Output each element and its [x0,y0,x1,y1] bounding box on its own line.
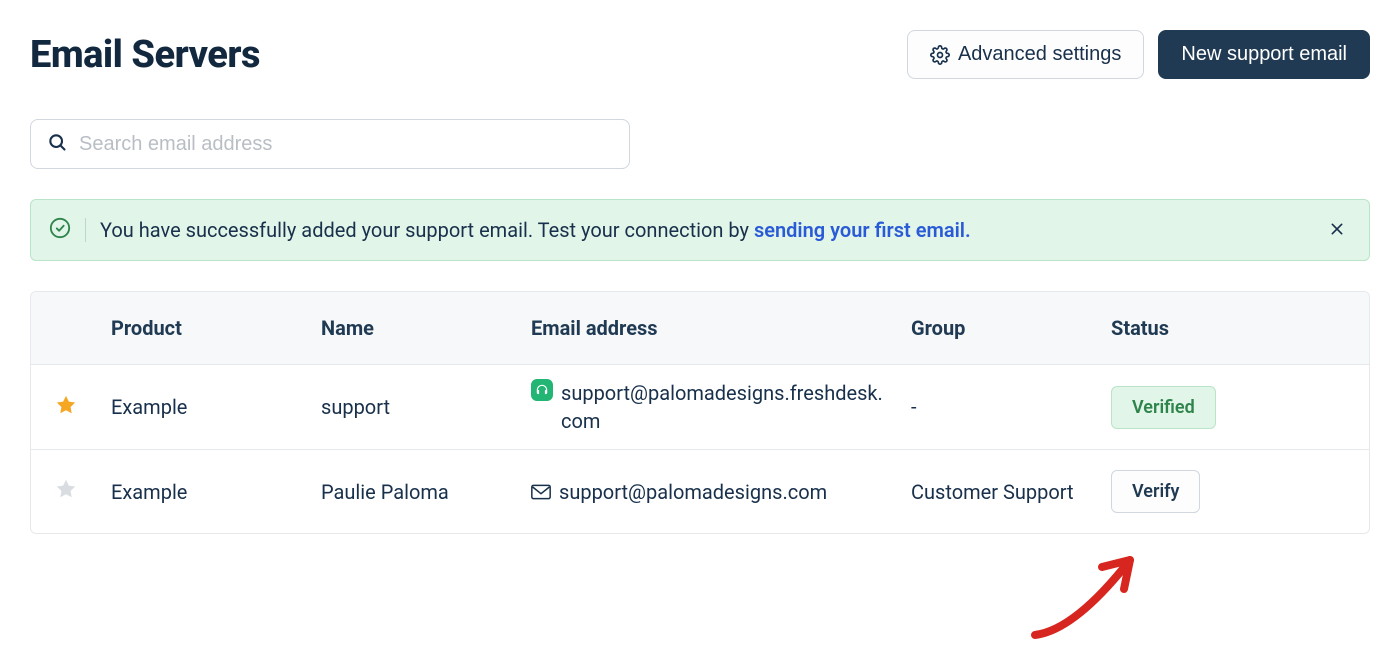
page-title: Email Servers [30,33,260,77]
banner-text: You have successfully added your support… [100,218,1309,242]
new-support-email-button[interactable]: New support email [1158,30,1370,79]
email-text: support@palomadesigns.freshdesk.com [561,379,891,435]
cell-status: Verify [1101,466,1369,517]
col-name: Name [311,292,521,364]
col-email: Email address [521,292,901,364]
cell-group: Customer Support [901,476,1101,508]
col-product: Product [101,292,311,364]
cell-product: Example [101,476,311,508]
search-input[interactable] [79,133,613,156]
col-status: Status [1101,292,1369,364]
advanced-settings-label: Advanced settings [958,43,1121,66]
cell-name: support [311,391,521,423]
envelope-icon [531,481,551,505]
check-circle-icon [49,217,71,243]
banner-text-prefix: You have successfully added your support… [100,218,754,242]
table-row[interactable]: ExamplePaulie Paloma support@palomadesign… [31,449,1369,533]
freshdesk-icon [531,379,553,401]
email-servers-table: Product Name Email address Group Status … [30,291,1370,534]
cell-status: Verified [1101,382,1369,433]
table-row[interactable]: Examplesupport support@palomadesigns.fres… [31,365,1369,449]
star-icon[interactable] [55,394,77,421]
status-verified-badge: Verified [1111,386,1216,429]
col-group: Group [901,292,1101,364]
cell-name: Paulie Paloma [311,476,521,508]
success-banner: You have successfully added your support… [30,199,1370,261]
arrow-annotation-icon [1020,535,1160,645]
email-text: support@palomadesigns.com [559,478,827,506]
new-support-email-label: New support email [1181,43,1347,66]
cell-product: Example [101,391,311,423]
star-icon[interactable] [55,478,77,505]
verify-button[interactable]: Verify [1111,470,1200,513]
gear-icon [930,45,950,65]
search-icon [47,132,67,156]
search-container[interactable] [30,119,630,169]
send-first-email-link[interactable]: sending your first email. [754,218,971,242]
table-header: Product Name Email address Group Status [31,292,1369,365]
advanced-settings-button[interactable]: Advanced settings [907,30,1144,79]
cell-group: - [901,391,1101,423]
cell-email: support@palomadesigns.freshdesk.com [521,375,901,439]
cell-email: support@palomadesigns.com [521,474,901,510]
close-icon[interactable] [1323,214,1351,246]
banner-divider [85,218,86,242]
